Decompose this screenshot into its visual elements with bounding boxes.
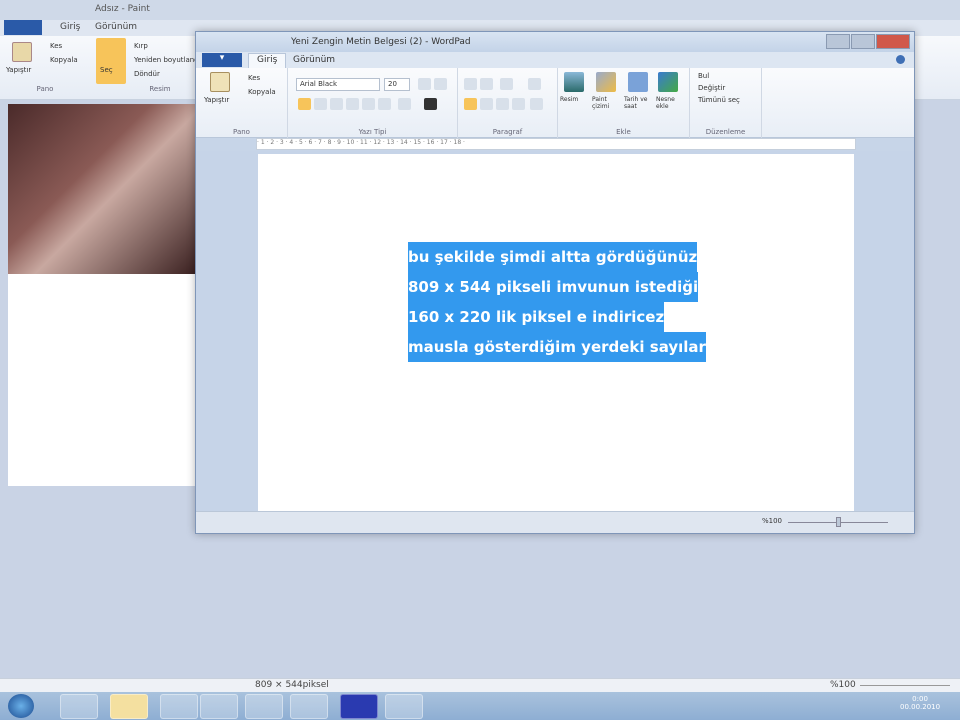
paragraph-label: Paragraf	[492, 128, 523, 136]
wordpad-title: Yeni Zengin Metin Belgesi (2) - WordPad	[196, 32, 914, 52]
taskbar-doc-icon[interactable]	[245, 694, 283, 719]
object-icon	[658, 72, 678, 92]
close-button[interactable]	[876, 34, 910, 49]
resize-button[interactable]: Yeniden boyutlandır	[134, 56, 203, 64]
highlight-icon[interactable]	[398, 98, 411, 110]
grow-font-icon[interactable]	[418, 78, 431, 90]
clock-time: 0:00	[912, 695, 928, 703]
tab-view[interactable]: Görünüm	[293, 55, 335, 65]
selected-text-line[interactable]: mausla gösterdiğim yerdeki sayılar	[408, 332, 706, 362]
line-spacing-icon[interactable]	[528, 78, 541, 90]
ruler[interactable]: · 1 · 2 · 3 · 4 · 5 · 6 · 7 · 8 · 9 · 10…	[256, 138, 856, 150]
font-label: Yazı Tipi	[358, 128, 387, 136]
underline-button[interactable]	[330, 98, 343, 110]
taskbar-app2-icon[interactable]	[340, 694, 378, 719]
rotate-button[interactable]: Döndür	[134, 70, 160, 78]
selected-text-line[interactable]: bu şekilde şimdi altta gördüğünüz	[408, 242, 698, 272]
paint-copy[interactable]: Kopyala	[50, 56, 78, 64]
paint-group-clipboard: Pano	[36, 85, 54, 93]
decrease-indent-icon[interactable]	[464, 78, 477, 90]
insert-label: Ekle	[616, 128, 631, 136]
paint-paste[interactable]: Yapıştır	[6, 66, 31, 74]
start-button[interactable]	[8, 694, 34, 718]
subscript-button[interactable]	[362, 98, 375, 110]
find-button[interactable]: Bul	[698, 72, 709, 80]
replace-button[interactable]: Değiştir	[698, 84, 725, 92]
insert-object-button[interactable]: Nesne ekle	[656, 96, 688, 110]
justify-button[interactable]	[512, 98, 525, 110]
paint-zoom-slider[interactable]	[860, 685, 950, 686]
paste-icon	[210, 72, 230, 92]
font-name-select[interactable]: Arial Black	[296, 78, 380, 91]
taskbar-media-icon[interactable]	[290, 694, 328, 719]
taskbar-paint-icon[interactable]	[110, 694, 148, 719]
shrink-font-icon[interactable]	[434, 78, 447, 90]
crop-button[interactable]: Kırp	[134, 42, 148, 50]
paint-tab-view[interactable]: Görünüm	[95, 22, 137, 32]
increase-indent-icon[interactable]	[480, 78, 493, 90]
group-editing: Bul Değiştir Tümünü seç Düzenleme	[690, 68, 762, 138]
selected-text-line[interactable]: 809 x 544 pikseli imvunun istediği	[408, 272, 699, 302]
paint-cut[interactable]: Kes	[50, 42, 62, 50]
document-page[interactable]: bu şekilde şimdi altta gördüğünüz 809 x …	[258, 154, 854, 514]
taskbar-ie-icon[interactable]	[160, 694, 198, 719]
taskbar-app-icon[interactable]	[60, 694, 98, 719]
wordpad-status-bar: %100	[196, 511, 914, 533]
taskbar: 0:00 00.00.2010	[0, 692, 960, 720]
align-left-button[interactable]	[464, 98, 477, 110]
group-insert: Resim Paint çizimi Tarih ve saat Nesne e…	[558, 68, 690, 138]
maximize-button[interactable]	[851, 34, 875, 49]
zoom-slider-thumb[interactable]	[836, 517, 841, 527]
select-all-button[interactable]: Tümünü seç	[698, 96, 740, 104]
taskbar-folder-icon[interactable]	[200, 694, 238, 719]
help-icon[interactable]	[896, 55, 905, 64]
paste-button[interactable]: Yapıştır	[204, 96, 229, 104]
tab-home[interactable]: Giriş	[248, 53, 287, 68]
paste-icon	[12, 42, 32, 62]
paint-status-bar: 809 × 544piksel %100	[0, 678, 960, 692]
group-paragraph: Paragraf	[458, 68, 558, 138]
select-label: Seç	[100, 66, 113, 74]
copy-button[interactable]: Kopyala	[248, 88, 276, 96]
paint-file-button[interactable]	[4, 20, 42, 35]
paragraph-settings-icon[interactable]	[530, 98, 543, 110]
strikethrough-button[interactable]	[346, 98, 359, 110]
align-center-button[interactable]	[480, 98, 493, 110]
editing-label: Düzenleme	[705, 128, 746, 136]
datetime-icon	[628, 72, 648, 92]
paint-tab-home[interactable]: Giriş	[60, 22, 80, 32]
selected-text-line[interactable]: 160 x 220 lik piksel e indiricez	[408, 302, 665, 332]
align-right-button[interactable]	[496, 98, 509, 110]
group-clipboard: Yapıştır Kes Kopyala Pano	[196, 68, 288, 138]
taskbar-wordpad-icon[interactable]	[385, 694, 423, 719]
insert-datetime-button[interactable]: Tarih ve saat	[624, 96, 654, 110]
paint-group-image: Resim	[149, 85, 171, 93]
bold-button[interactable]	[298, 98, 311, 110]
font-size-select[interactable]: 20	[384, 78, 410, 91]
clock[interactable]: 0:00 00.00.2010	[900, 695, 940, 711]
paint-zoom: %100	[830, 680, 856, 690]
list-icon[interactable]	[500, 78, 513, 90]
insert-picture-button[interactable]: Resim	[560, 96, 590, 103]
picture-icon	[564, 72, 584, 92]
wordpad-zoom: %100	[762, 517, 783, 525]
paint-drawing-icon	[596, 72, 616, 92]
select-button[interactable]	[96, 38, 126, 84]
minimize-button[interactable]	[826, 34, 850, 49]
group-font: Arial Black 20 Yazı Tipi	[288, 68, 458, 138]
paint-image-photo	[8, 104, 196, 274]
font-color-icon[interactable]	[424, 98, 437, 110]
italic-button[interactable]	[314, 98, 327, 110]
cut-button[interactable]: Kes	[248, 74, 260, 82]
wordpad-window: Yeni Zengin Metin Belgesi (2) - WordPad …	[195, 31, 915, 534]
clock-date: 00.00.2010	[900, 703, 941, 711]
insert-paint-button[interactable]: Paint çizimi	[592, 96, 622, 110]
image-size: 809 × 544piksel	[255, 680, 329, 690]
clipboard-label: Pano	[233, 128, 250, 136]
paint-title: Adsız - Paint	[0, 0, 960, 20]
superscript-button[interactable]	[378, 98, 391, 110]
wordpad-file-button[interactable]: ▾	[202, 53, 242, 67]
wordpad-ribbon: Yapıştır Kes Kopyala Pano Arial Black 20…	[196, 68, 914, 138]
